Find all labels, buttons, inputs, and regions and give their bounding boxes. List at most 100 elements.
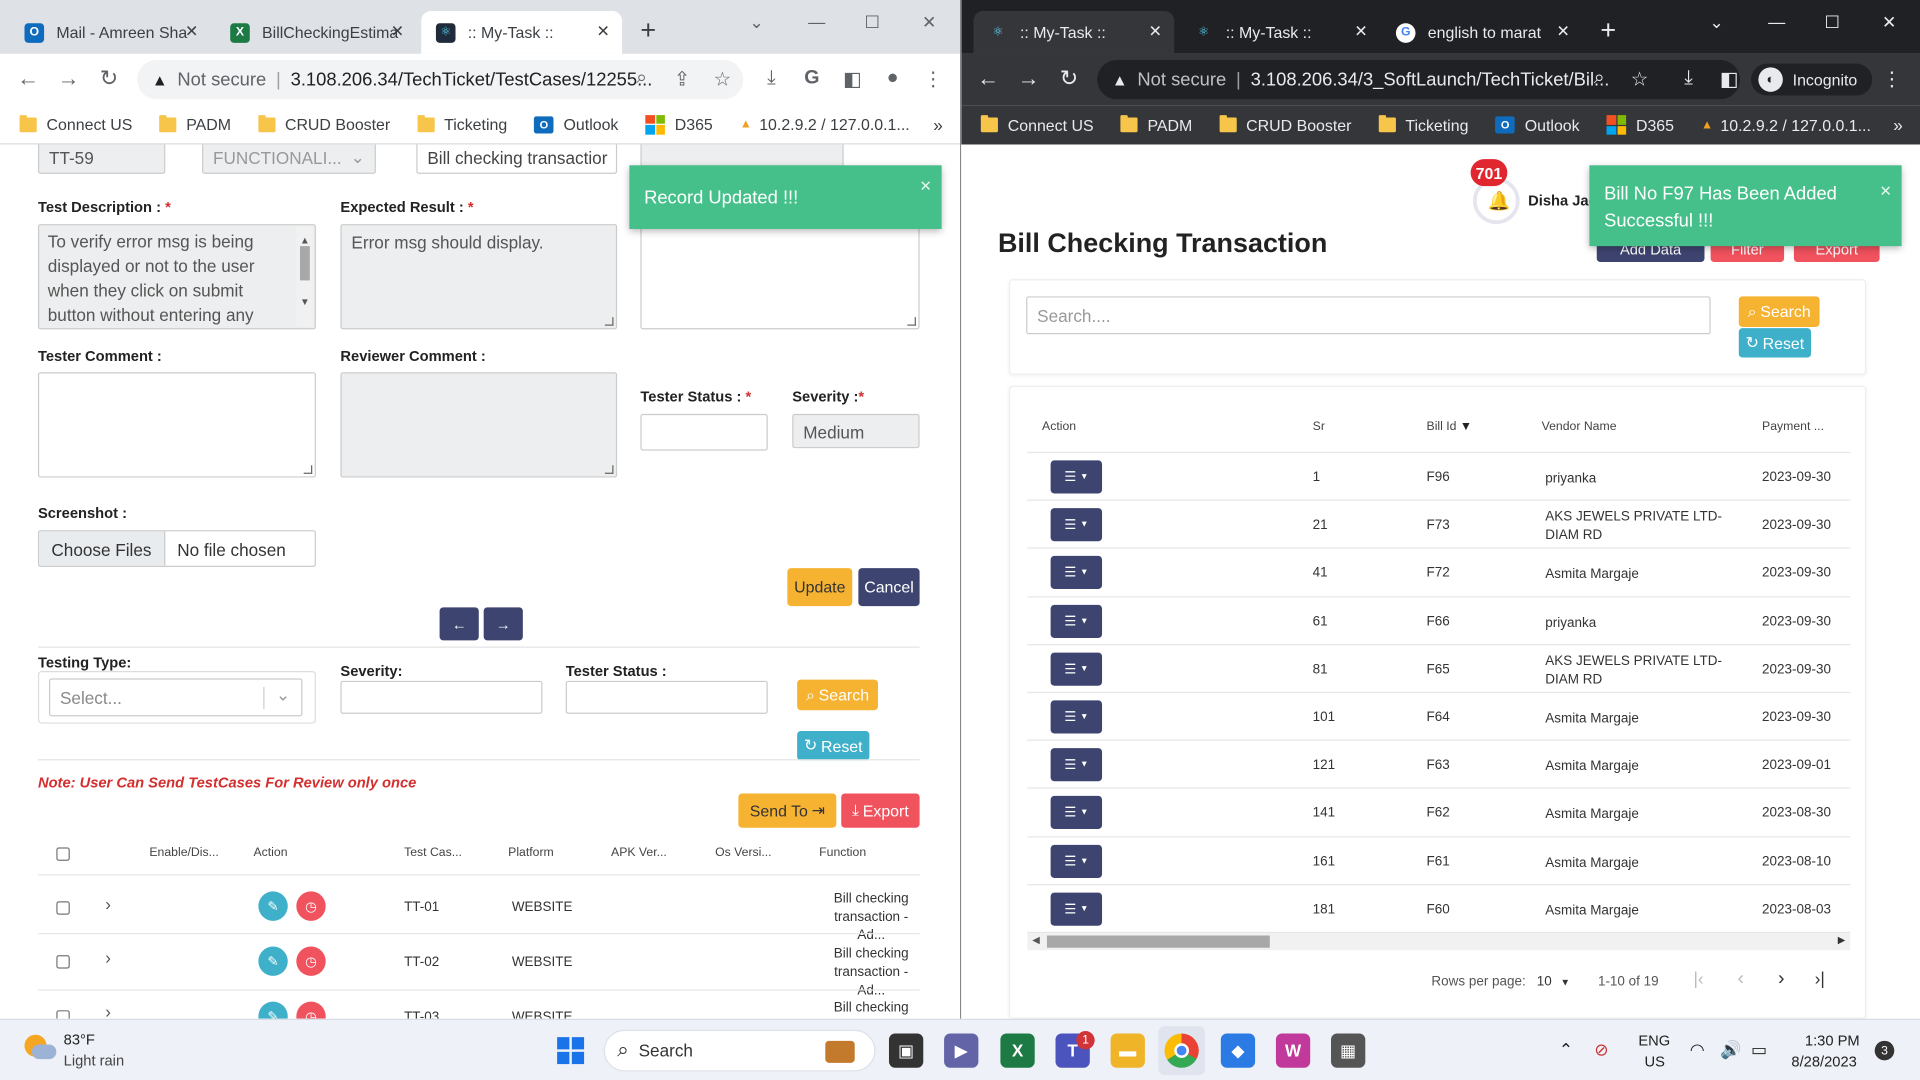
wps-app-icon[interactable]: W (1275, 1033, 1311, 1068)
col-function[interactable]: Function (819, 846, 866, 859)
history-icon[interactable]: ◷ (296, 1001, 326, 1019)
bookmark-padm[interactable]: PADM (1120, 115, 1192, 134)
update-button[interactable]: Update (787, 568, 853, 607)
row-action-menu-button[interactable]: ☰ ▼ (1050, 892, 1103, 926)
menu-icon[interactable]: ⋮ (1880, 67, 1904, 91)
dolphin-app-icon[interactable]: ◆ (1220, 1033, 1256, 1068)
bookmark-padm[interactable]: PADM (159, 114, 231, 133)
zoom-icon[interactable]: ⌕ (1587, 67, 1611, 89)
tab-search-chevron-icon[interactable]: ⌄ (1709, 12, 1723, 33)
row-action-menu-button[interactable]: ☰ ▼ (1050, 604, 1103, 638)
new-tab-icon[interactable]: + (640, 17, 656, 44)
tester-comment-textarea[interactable] (37, 372, 316, 478)
col-os-version[interactable]: Os Versi... (715, 846, 771, 859)
row-checkbox[interactable] (56, 955, 70, 969)
back-icon[interactable]: ← (16, 66, 40, 92)
lang-us[interactable]: US (1644, 1053, 1664, 1070)
bookmark-pma[interactable]: ▲ 10.2.9.2 / 127.0.0.1... (740, 115, 910, 133)
history-icon[interactable]: ◷ (296, 891, 326, 921)
search-input[interactable]: Search.... (1026, 296, 1711, 335)
edit-icon[interactable]: ✎ (258, 946, 288, 976)
bookmark-connect-us[interactable]: Connect US (19, 114, 133, 133)
download-icon[interactable]: ⤓ (1676, 67, 1700, 89)
download-icon[interactable]: ⤓ (759, 67, 783, 89)
reviewer-comment-textarea[interactable] (340, 372, 618, 478)
next-arrow-button[interactable]: → (483, 607, 523, 641)
severity-field[interactable]: Medium (792, 413, 920, 449)
testing-type-select[interactable]: Select... ⌄ (48, 678, 303, 717)
category-select[interactable]: FUNCTIONALI... ⌄ (202, 144, 376, 174)
filter-reset-button[interactable]: ↻ Reset (797, 731, 870, 761)
maximize-icon[interactable]: ☐ (1824, 12, 1839, 33)
weather-temp[interactable]: 83°F (64, 1031, 95, 1048)
close-icon[interactable]: ✕ (920, 178, 932, 195)
side-panel-icon[interactable]: ◧ (1717, 67, 1741, 91)
volume-icon[interactable]: 🔊 (1720, 1040, 1741, 1061)
row-action-menu-button[interactable]: ☰ ▼ (1050, 508, 1103, 542)
user-name[interactable]: Disha Jad (1528, 192, 1597, 209)
row-action-menu-button[interactable]: ☰ ▼ (1050, 556, 1103, 590)
calculator-icon[interactable]: ▦ (1331, 1033, 1366, 1068)
expand-chevron-icon[interactable]: › (105, 1002, 111, 1019)
select-all-checkbox[interactable] (56, 847, 70, 861)
security-icon[interactable]: ⊘ (1594, 1040, 1608, 1061)
rows-per-page-select[interactable]: 10 ▼ (1537, 975, 1570, 990)
tab-search-chevron-icon[interactable]: ⌄ (749, 12, 763, 33)
excel-app-icon[interactable]: X (1000, 1033, 1035, 1068)
clock-date[interactable]: 8/28/2023 (1791, 1053, 1856, 1070)
row-action-menu-button[interactable]: ☰ ▼ (1050, 700, 1103, 734)
share-icon[interactable]: ⇪ (670, 67, 694, 91)
filter-severity-field[interactable] (340, 680, 543, 714)
window-close-icon[interactable]: ✕ (1882, 12, 1896, 33)
col-enable-disable[interactable]: Enable/Dis... (149, 846, 218, 859)
back-icon[interactable]: ← (976, 66, 1000, 92)
history-icon[interactable]: ◷ (296, 946, 326, 976)
row-action-menu-button[interactable]: ☰ ▼ (1050, 796, 1103, 830)
minimize-icon[interactable]: — (1768, 12, 1785, 32)
col-platform[interactable]: Platform (508, 846, 554, 859)
top-field[interactable] (640, 144, 844, 167)
scrollbar[interactable]: ▲ ▼ (296, 226, 314, 327)
bookmarks-more-icon[interactable]: » (933, 115, 943, 135)
bookmark-ticketing[interactable]: Ticketing (1378, 115, 1468, 134)
expand-chevron-icon[interactable]: › (105, 894, 111, 914)
col-payment[interactable]: Payment ... (1762, 420, 1824, 433)
test-description-textarea[interactable]: To verify error msg is being displayed o… (37, 224, 316, 330)
bookmark-crud-booster[interactable]: CRUD Booster (258, 114, 390, 133)
close-icon[interactable]: ✕ (185, 22, 198, 42)
filter-search-button[interactable]: ⌕ Search (797, 679, 878, 711)
battery-icon[interactable]: ▭ (1751, 1040, 1767, 1061)
search-button[interactable]: ⌕ Search (1738, 296, 1820, 327)
tab-excel[interactable]: X BillCheckingEstima ✕ (216, 11, 417, 54)
bookmarks-more-icon[interactable]: » (1893, 115, 1903, 135)
export-button[interactable]: ⤓ Export (841, 793, 920, 828)
prev-page-icon[interactable]: ‹ (1738, 969, 1745, 991)
weather-desc[interactable]: Light rain (64, 1052, 124, 1069)
windows-start-icon[interactable] (557, 1037, 585, 1065)
row-action-menu-button[interactable]: ☰ ▼ (1050, 652, 1103, 686)
weather-widget[interactable] (24, 1034, 57, 1064)
cancel-button[interactable]: Cancel (858, 568, 920, 607)
side-panel-icon[interactable]: ◧ (840, 67, 864, 91)
wifi-icon[interactable]: ◠ (1690, 1040, 1705, 1061)
last-page-icon[interactable]: ›| (1815, 969, 1825, 989)
col-test-case[interactable]: Test Cas... (404, 846, 462, 859)
maximize-icon[interactable]: ☐ (864, 12, 879, 33)
taskbar-search[interactable]: ⌕ Search (603, 1029, 876, 1072)
row-checkbox[interactable] (56, 901, 70, 915)
next-page-icon[interactable]: › (1778, 969, 1785, 991)
chevron-up-icon[interactable]: ⌃ (1559, 1040, 1573, 1061)
function-description-textarea[interactable] (640, 224, 920, 330)
choose-files-button[interactable]: Choose Files (39, 531, 165, 566)
meet-icon[interactable]: ▶ (944, 1033, 979, 1068)
star-icon[interactable]: ☆ (1627, 67, 1651, 91)
bookmark-d365[interactable]: D365 (645, 114, 713, 135)
tab-translate[interactable]: G english to marat ✕ (1381, 11, 1582, 54)
close-icon[interactable]: ✕ (1354, 22, 1367, 42)
col-bill-id[interactable]: Bill Id ▼ (1427, 420, 1472, 433)
notification-center-badge[interactable]: 3 (1874, 1040, 1895, 1061)
bookmark-connect-us[interactable]: Connect US (980, 115, 1094, 134)
col-vendor-name[interactable]: Vendor Name (1542, 420, 1617, 433)
first-page-icon[interactable]: |‹ (1693, 969, 1703, 989)
row-action-menu-button[interactable]: ☰ ▼ (1050, 460, 1103, 494)
